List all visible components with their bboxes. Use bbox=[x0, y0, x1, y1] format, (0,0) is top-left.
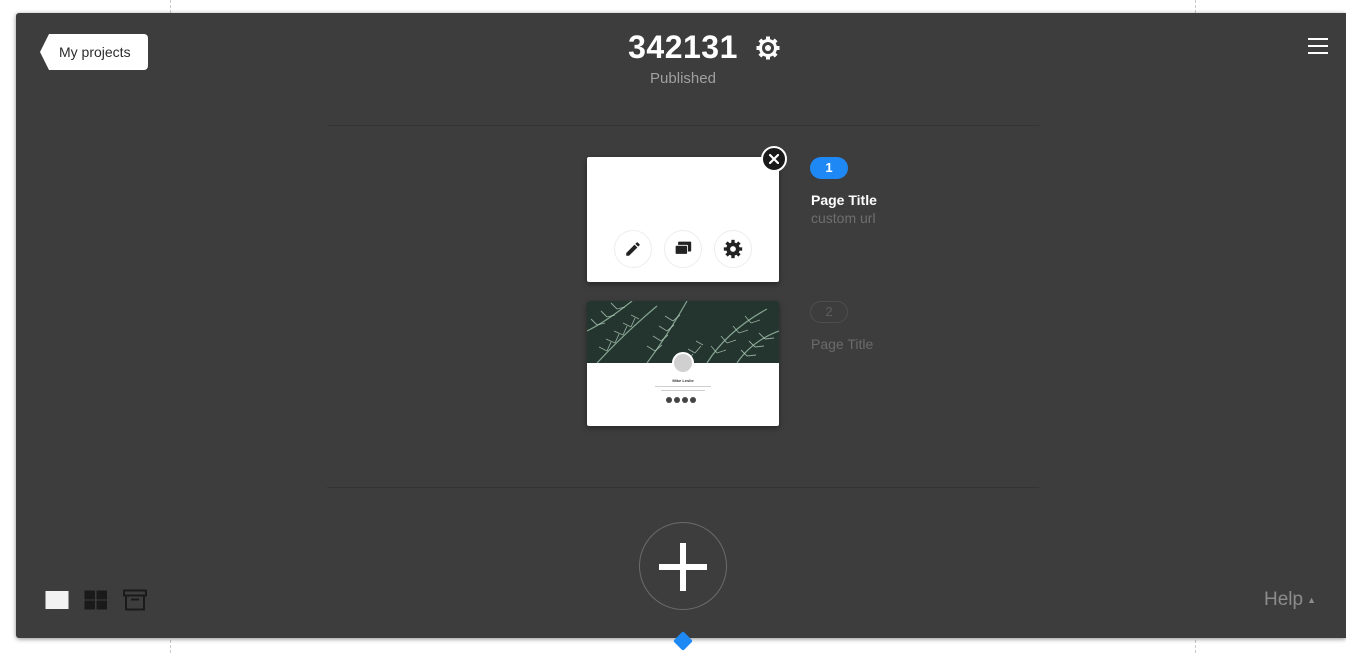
page-card-actions bbox=[587, 230, 779, 268]
edit-page-button[interactable] bbox=[614, 230, 652, 268]
duplicate-page-button[interactable] bbox=[664, 230, 702, 268]
help-button[interactable]: Help ▲ bbox=[1264, 589, 1316, 611]
thumbnail-social-icons bbox=[666, 397, 696, 403]
hamburger-menu-icon[interactable] bbox=[1308, 38, 1328, 54]
page-title[interactable]: Page Title bbox=[811, 192, 877, 208]
single-view-icon bbox=[45, 591, 69, 609]
archive-icon bbox=[123, 589, 147, 611]
thumbnail-name: Mike Leslie bbox=[672, 378, 694, 383]
page-card-2[interactable]: Mike Leslie bbox=[587, 301, 779, 426]
page-settings-button[interactable] bbox=[714, 230, 752, 268]
bottom-divider bbox=[327, 487, 1039, 488]
publish-status: Published bbox=[650, 70, 716, 87]
close-icon bbox=[769, 154, 779, 164]
project-title: 342131 bbox=[628, 29, 738, 65]
pencil-icon bbox=[626, 242, 640, 256]
page-number-badge[interactable]: 2 bbox=[810, 301, 848, 323]
project-header: 342131 Published bbox=[16, 27, 1346, 87]
top-divider bbox=[327, 125, 1039, 126]
thumbnail-text-line bbox=[655, 386, 711, 387]
page-card-1[interactable] bbox=[587, 157, 779, 282]
single-view-button[interactable] bbox=[45, 589, 69, 611]
remove-page-button[interactable] bbox=[761, 146, 787, 172]
gear-icon[interactable] bbox=[756, 36, 780, 60]
page-title[interactable]: Page Title bbox=[811, 336, 873, 352]
caret-up-icon: ▲ bbox=[1307, 594, 1316, 605]
grid-view-button[interactable] bbox=[84, 589, 108, 611]
thumbnail-text-line bbox=[661, 390, 705, 391]
layers-icon bbox=[674, 241, 692, 255]
projects-panel: My projects 342131 Published 1 Page Titl… bbox=[16, 13, 1346, 638]
archive-button[interactable] bbox=[123, 589, 147, 611]
thumbnail-avatar bbox=[672, 352, 694, 374]
add-page-button[interactable] bbox=[639, 522, 727, 610]
grid-view-icon bbox=[84, 590, 107, 610]
help-label: Help bbox=[1264, 589, 1304, 610]
gear-icon bbox=[723, 239, 743, 259]
project-title-wrap: 342131 bbox=[628, 27, 780, 67]
page-number-badge[interactable]: 1 bbox=[810, 157, 848, 179]
page-url: custom url bbox=[811, 210, 876, 226]
